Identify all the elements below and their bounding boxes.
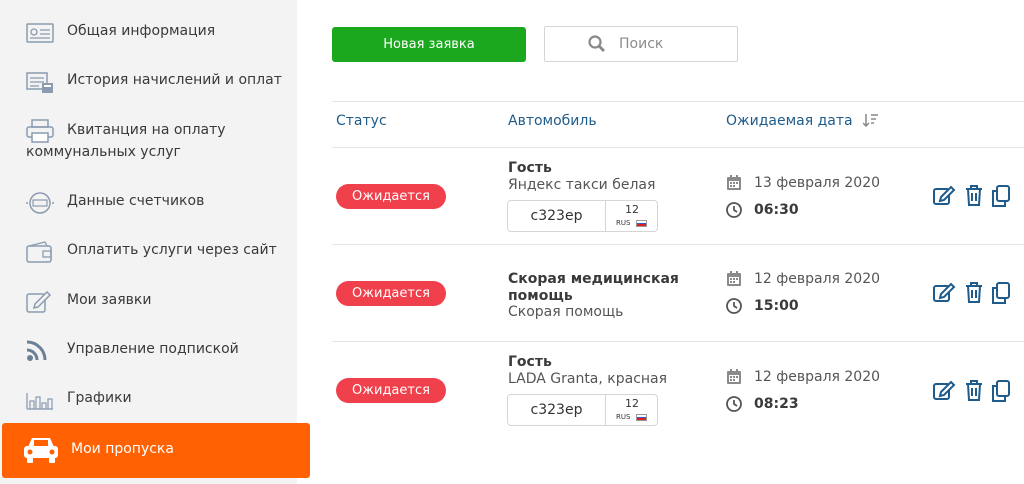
car-title: Скорая медицинская помощь [508,271,679,304]
sidebar-item-label: Данные счетчиков [67,193,205,209]
sidebar-item-charts[interactable]: Графики [0,386,297,414]
copy-icon[interactable] [990,184,1012,208]
trash-icon[interactable] [963,281,985,305]
column-header-status[interactable]: Статус [336,113,387,129]
sidebar-item-label: Общая информация [67,23,216,39]
id-card-icon [26,23,54,43]
expected-date: 13 февраля 2020 [754,175,881,191]
search-placeholder: Поиск [619,36,664,52]
edit-icon [26,290,52,313]
expected-date: 12 февраля 2020 [754,369,881,385]
sidebar-item-history[interactable]: История начислений и оплат [0,68,297,96]
license-plate: с323ер 12 RUS [507,394,658,426]
sort-icon[interactable] [862,113,879,128]
plate-number: с323ер [530,402,583,418]
column-header-car[interactable]: Автомобиль [508,113,597,129]
status-badge: Ожидается [336,184,446,209]
trash-icon[interactable] [963,184,985,208]
edit-icon[interactable] [932,184,956,208]
new-request-button[interactable]: Новая заявка [332,27,526,62]
header-divider [332,147,1024,148]
sidebar-item-label: Оплатить услуги через сайт [67,242,277,258]
calendar-icon [727,369,741,384]
sidebar-item-receipt[interactable]: Квитанция на оплату коммунальных услуг [0,118,297,164]
sidebar-item-general-info[interactable]: Общая информация [0,19,297,47]
car-title: Гость [508,160,552,176]
expected-time: 15:00 [754,298,799,314]
car-subtitle: LADA Granta, красная [508,371,668,387]
plate-region: 12 [625,397,639,410]
meter-icon [26,192,54,214]
calendar-icon [727,175,741,190]
sidebar-item-pay-online[interactable]: Оплатить услуги через сайт [0,238,297,266]
row-divider [332,244,1024,245]
status-badge: Ожидается [336,281,446,306]
plate-country: RUS [616,219,631,227]
wallet-icon [26,241,52,263]
bar-chart-icon [26,393,53,410]
russia-flag-icon [636,220,647,227]
sidebar-item-my-passes[interactable]: Мои пропуска [2,423,310,478]
sidebar-item-label-line2: коммунальных услуг [26,144,181,160]
edit-icon[interactable] [932,281,956,305]
clock-icon [726,202,742,218]
main-content: Новая заявка Поиск Статус Автомобиль Ожи… [297,0,1024,484]
trash-icon[interactable] [963,379,985,403]
plate-region: 12 [625,203,639,216]
car-subtitle: Яндекс такси белая [508,177,656,193]
clock-icon [726,396,742,412]
russia-flag-icon [636,414,647,421]
calculator-icon [26,72,53,93]
car-subtitle: Скорая помощь [508,304,624,320]
clock-icon [726,298,742,314]
row-divider [332,341,1024,342]
table-top-divider [332,101,1024,102]
edit-icon[interactable] [932,379,956,403]
sidebar-item-label: Графики [67,390,132,406]
column-header-date[interactable]: Ожидаемая дата [726,113,879,129]
plate-country: RUS [616,413,631,421]
rss-icon [26,340,47,361]
sidebar-item-my-requests[interactable]: Мои заявки [0,288,297,316]
license-plate: с323ер 12 RUS [507,200,658,232]
status-badge: Ожидается [336,378,446,403]
copy-icon[interactable] [990,379,1012,403]
car-icon [24,438,58,463]
printer-icon [26,119,54,143]
car-title: Гость [508,354,552,370]
sidebar-item-subscription[interactable]: Управление подпиской [0,337,297,365]
copy-icon[interactable] [990,281,1012,305]
sidebar-item-meters[interactable]: Данные счетчиков [0,189,297,217]
plate-number: с323ер [530,208,583,224]
sidebar-item-label: Управление подпиской [67,341,239,357]
sidebar-item-label: История начислений и оплат [67,72,282,88]
expected-time: 08:23 [754,396,799,412]
sidebar-item-label: Мои пропуска [71,441,174,457]
search-icon [588,35,605,52]
sidebar-item-label: Мои заявки [67,292,152,308]
search-input[interactable]: Поиск [544,26,738,62]
expected-time: 06:30 [754,202,799,218]
calendar-icon [727,271,741,286]
sidebar: Общая информация История начислений и оп… [0,0,310,484]
sidebar-item-label: Квитанция на оплату [67,122,226,138]
expected-date: 12 февраля 2020 [754,271,881,287]
column-header-date-label: Ожидаемая дата [726,113,853,129]
